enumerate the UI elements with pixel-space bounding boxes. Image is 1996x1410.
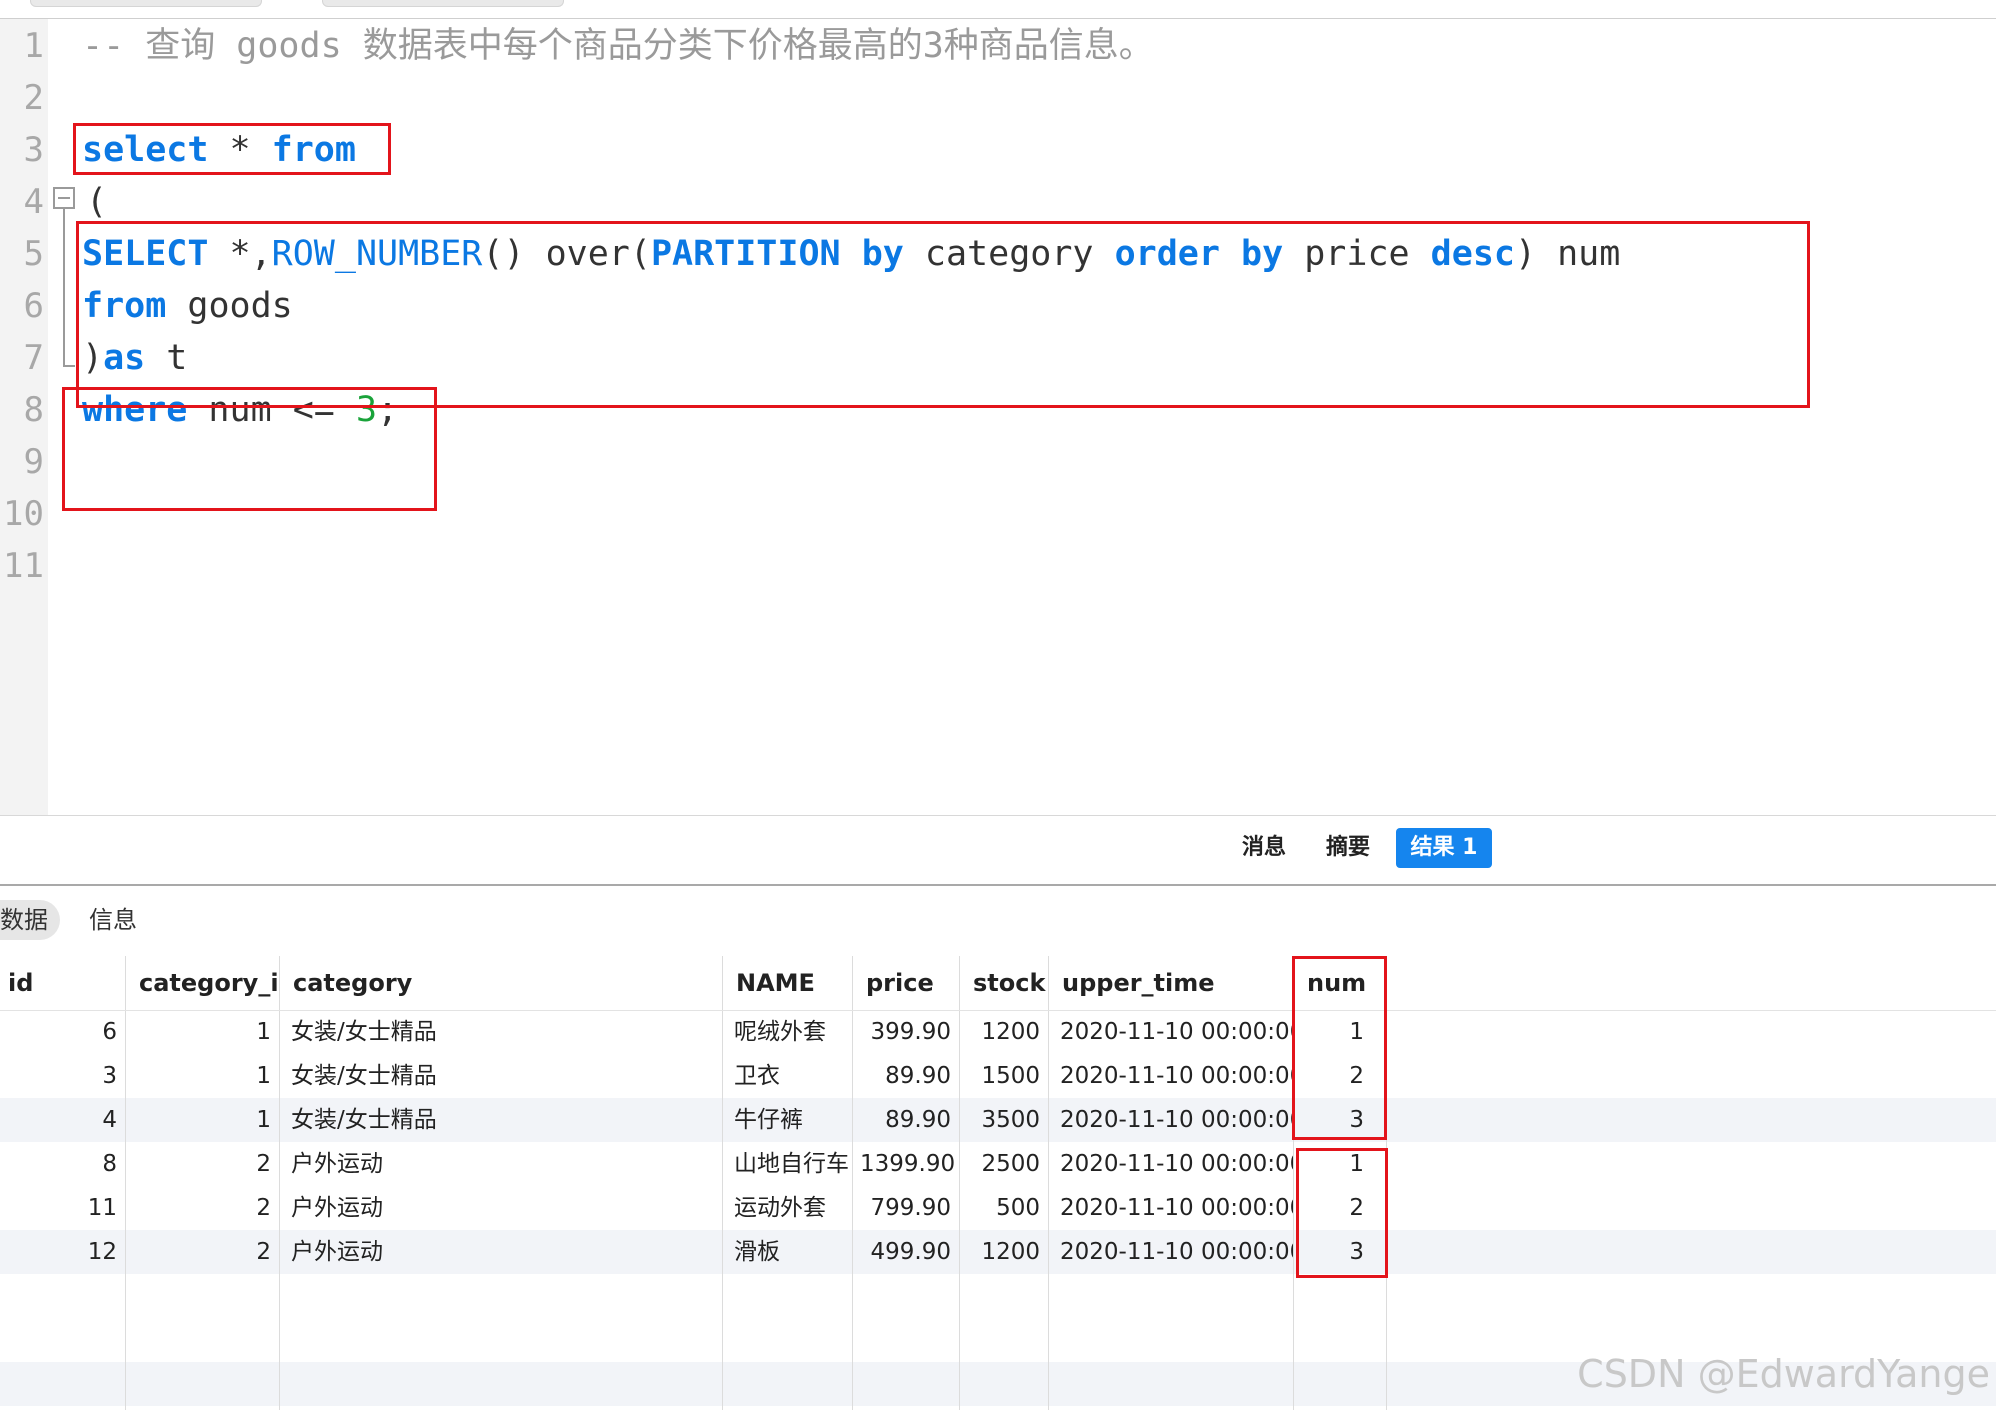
cell-name[interactable]: 呢绒外套 [726,1010,852,1054]
cell-category-id[interactable]: 2 [125,1142,279,1186]
tab-messages[interactable]: 消息 [1228,828,1300,868]
fold-guide-end [63,365,75,367]
cell-price[interactable]: 399.90 [852,1010,959,1054]
tab-data[interactable]: 数据 [0,900,60,940]
line-number: 7 [23,338,44,378]
cell-id[interactable]: 6 [0,1010,125,1054]
cell-category-id[interactable]: 1 [125,1054,279,1098]
column-header[interactable]: stock [965,956,1048,1010]
table-row[interactable]: 8 2 户外运动 山地自行车 1399.90 2500 2020-11-10 0… [0,1142,1996,1186]
highlight-box-num-group-2 [1296,1148,1388,1278]
sql-editor[interactable]: 1 2 3 4 5 6 7 8 9 10 11 -- 查询 goods 数据表中… [0,19,1996,815]
fold-toggle-icon[interactable] [53,187,75,209]
highlight-box-num-group-1 [1292,956,1387,1140]
cell-stock[interactable]: 2500 [959,1142,1048,1186]
cell-category[interactable]: 女装/女士精品 [283,1054,722,1098]
cell-upper-time[interactable]: 2020-11-10 00:00:00 [1052,1142,1293,1186]
code-line-1: -- 查询 goods 数据表中每个商品分类下价格最高的3种商品信息。 [82,26,1154,66]
line-number: 10 [3,494,44,534]
cell-id[interactable]: 3 [0,1054,125,1098]
cell-stock[interactable]: 1200 [959,1010,1048,1054]
column-header[interactable]: upper_time [1054,956,1293,1010]
cell-category-id[interactable]: 2 [125,1186,279,1230]
table-row[interactable]: 11 2 户外运动 运动外套 799.90 500 2020-11-10 00:… [0,1186,1996,1230]
cell-category[interactable]: 女装/女士精品 [283,1098,722,1142]
line-number: 11 [3,546,44,586]
editor-tab[interactable] [322,0,564,7]
cell-upper-time[interactable]: 2020-11-10 00:00:00 [1052,1186,1293,1230]
line-number: 6 [23,286,44,326]
cell-name[interactable]: 滑板 [726,1230,852,1274]
cell-name[interactable]: 牛仔裤 [726,1098,852,1142]
cell-name[interactable]: 卫衣 [726,1054,852,1098]
cell-id[interactable]: 12 [0,1230,125,1274]
cell-name[interactable]: 山地自行车 [726,1142,852,1186]
line-number: 3 [23,130,44,170]
line-number: 1 [23,26,44,66]
editor-top-bar [0,0,1996,19]
code-line-4: ( [86,182,108,222]
cell-category[interactable]: 女装/女士精品 [283,1010,722,1054]
cell-price[interactable]: 89.90 [852,1054,959,1098]
cell-upper-time[interactable]: 2020-11-10 00:00:00 [1052,1230,1293,1274]
line-number: 4 [23,182,44,222]
column-header[interactable]: id [0,956,125,1010]
line-number: 2 [23,78,44,118]
cell-category[interactable]: 户外运动 [283,1230,722,1274]
fold-guide [63,209,65,367]
cell-category[interactable]: 户外运动 [283,1142,722,1186]
cell-upper-time[interactable]: 2020-11-10 00:00:00 [1052,1098,1293,1142]
tab-result-1[interactable]: 结果 1 [1396,828,1492,868]
column-header[interactable]: category_i [131,956,279,1010]
table-row[interactable]: 4 1 女装/女士精品 牛仔裤 89.90 3500 2020-11-10 00… [0,1098,1996,1142]
highlight-box-select [73,123,391,175]
cell-price[interactable]: 799.90 [852,1186,959,1230]
data-info-tabs [0,886,1996,957]
cell-upper-time[interactable]: 2020-11-10 00:00:00 [1052,1010,1293,1054]
watermark: CSDN @EdwardYange [1577,1352,1990,1396]
tab-summary[interactable]: 摘要 [1312,828,1384,868]
cell-category-id[interactable]: 1 [125,1098,279,1142]
cell-category[interactable]: 户外运动 [283,1186,722,1230]
line-number: 5 [23,234,44,274]
cell-price[interactable]: 89.90 [852,1098,959,1142]
table-row[interactable]: 6 1 女装/女士精品 呢绒外套 399.90 1200 2020-11-10 … [0,1010,1996,1054]
editor-tab[interactable] [30,0,262,7]
tab-info[interactable]: 信息 [89,900,137,940]
column-header[interactable]: category [285,956,722,1010]
result-grid[interactable]: id category_i category NAME price stock … [0,956,1996,1410]
cell-upper-time[interactable]: 2020-11-10 00:00:00 [1052,1054,1293,1098]
table-row[interactable]: 12 2 户外运动 滑板 499.90 1200 2020-11-10 00:0… [0,1230,1996,1274]
cell-category-id[interactable]: 2 [125,1230,279,1274]
line-number: 9 [23,442,44,482]
line-number-gutter: 1 2 3 4 5 6 7 8 9 10 11 [0,19,48,815]
cell-category-id[interactable]: 1 [125,1010,279,1054]
cell-name[interactable]: 运动外套 [726,1186,852,1230]
column-header[interactable]: NAME [728,956,852,1010]
cell-stock[interactable]: 500 [959,1186,1048,1230]
column-header[interactable]: price [858,956,959,1010]
cell-id[interactable]: 4 [0,1098,125,1142]
highlight-box-subquery [76,221,1810,408]
result-tabs-bar [0,816,1996,886]
table-row[interactable]: 3 1 女装/女士精品 卫衣 89.90 1500 2020-11-10 00:… [0,1054,1996,1098]
highlight-box-where [62,387,437,511]
line-number: 8 [23,390,44,430]
cell-id[interactable]: 11 [0,1186,125,1230]
cell-stock[interactable]: 1200 [959,1230,1048,1274]
grid-header: id category_i category NAME price stock … [0,956,1996,1011]
cell-stock[interactable]: 3500 [959,1098,1048,1142]
cell-id[interactable]: 8 [0,1142,125,1186]
cell-price[interactable]: 499.90 [852,1230,959,1274]
cell-stock[interactable]: 1500 [959,1054,1048,1098]
cell-price[interactable]: 1399.90 [852,1142,959,1186]
